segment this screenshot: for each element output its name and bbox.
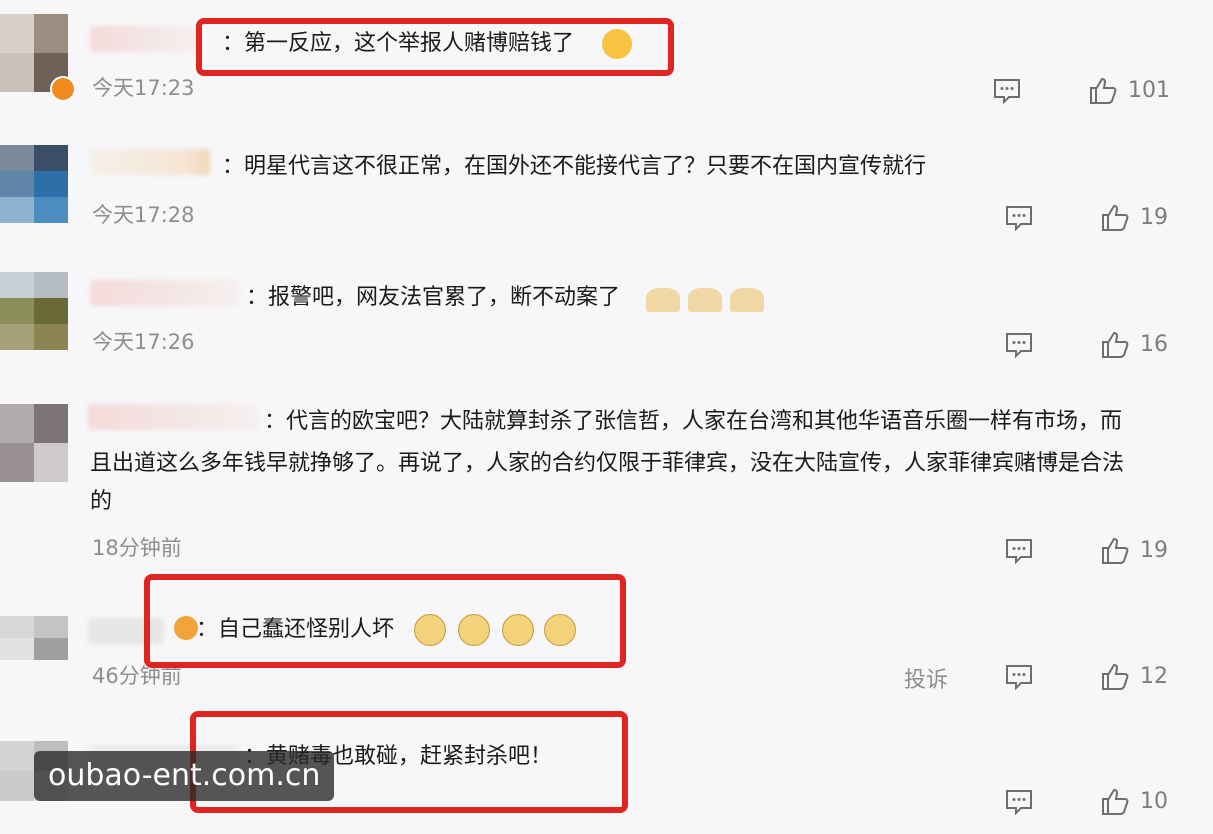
comment-text-line-3: 的 — [90, 489, 113, 514]
comment-item-3: ：报警吧，网友法官累了，断不动案了 今天17:26 16 — [0, 250, 1213, 375]
like-count: 16 — [1140, 332, 1168, 357]
like-count: 19 — [1140, 205, 1168, 230]
like-count: 12 — [1140, 664, 1168, 689]
comment-icon[interactable] — [1004, 536, 1034, 566]
comment-icon[interactable] — [1004, 787, 1034, 817]
praying-hands-emoji-icon — [646, 288, 680, 312]
username-blurred[interactable] — [90, 149, 210, 175]
comment-icon[interactable] — [1004, 330, 1034, 360]
report-button[interactable]: 投诉 — [904, 662, 948, 694]
watermark: oubao-ent.com.cn — [34, 751, 335, 801]
comment-time: 今天17:23 — [92, 76, 195, 100]
like-icon[interactable] — [1088, 76, 1118, 106]
comment-icon[interactable] — [1004, 203, 1034, 233]
comment-text: ：报警吧，网友法官累了，断不动案了 — [246, 285, 621, 310]
avatar[interactable] — [0, 616, 68, 660]
comment-item-4: ：代言的欧宝吧？大陆就算封杀了张信哲，人家在台湾和其他华语音乐圈一样有市场，而 … — [0, 390, 1213, 580]
comment-icon[interactable] — [992, 76, 1022, 106]
username-blurred[interactable] — [90, 280, 240, 306]
comment-time: 今天17:26 — [92, 330, 195, 354]
like-icon[interactable] — [1100, 203, 1130, 233]
like-icon[interactable] — [1100, 536, 1130, 566]
highlight-box — [196, 18, 674, 76]
like-icon[interactable] — [1100, 330, 1130, 360]
like-icon[interactable] — [1100, 787, 1130, 817]
highlight-box — [144, 574, 626, 668]
avatar[interactable] — [0, 272, 68, 350]
praying-hands-emoji-icon — [730, 288, 764, 312]
like-count: 10 — [1140, 789, 1168, 814]
comment-text-line-1: ：代言的欧宝吧？大陆就算封杀了张信哲，人家在台湾和其他华语音乐圈一样有市场，而 — [264, 409, 1123, 434]
praying-hands-emoji-icon — [688, 288, 722, 312]
verified-badge-icon — [50, 76, 76, 102]
username-blurred[interactable] — [88, 404, 258, 430]
like-count: 101 — [1128, 78, 1170, 103]
avatar[interactable] — [0, 404, 68, 482]
comment-time: 今天17:28 — [92, 203, 195, 227]
username-blurred[interactable] — [90, 26, 200, 52]
avatar[interactable] — [0, 145, 68, 223]
comment-time: 18分钟前 — [92, 536, 182, 560]
like-icon[interactable] — [1100, 662, 1130, 692]
like-count: 19 — [1140, 538, 1168, 563]
comment-text-line-2: 且出道这么多年钱早就挣够了。再说了，人家的合约仅限于菲律宾，没在大陆宣传，人家菲… — [90, 451, 1125, 476]
comment-icon[interactable] — [1004, 662, 1034, 692]
comment-text: ：明星代言这不很正常，在国外还不能接代言了？只要不在国内宣传就行 — [222, 154, 927, 179]
comment-item-2: ：明星代言这不很正常，在国外还不能接代言了？只要不在国内宣传就行 今天17:28… — [0, 125, 1213, 250]
